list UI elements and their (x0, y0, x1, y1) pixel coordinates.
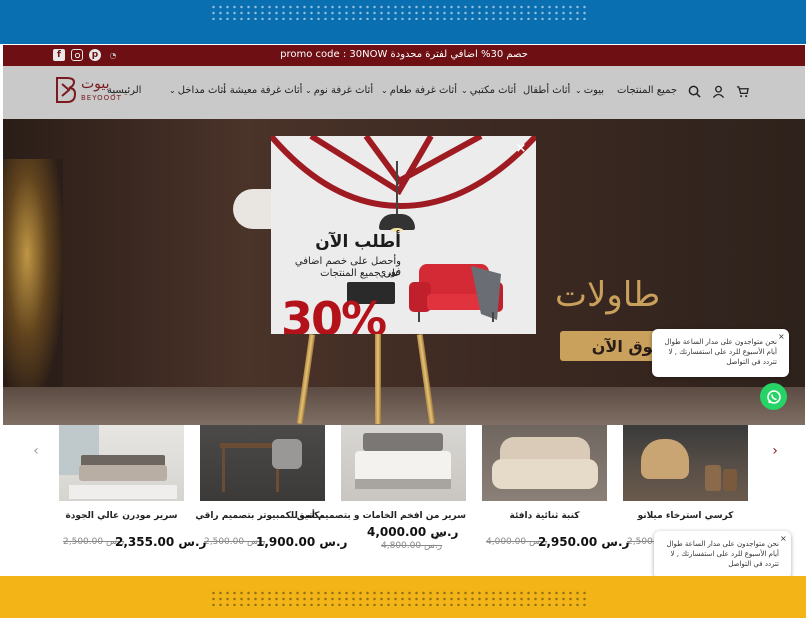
decorative-dots-top (210, 4, 590, 20)
chat-bubble[interactable]: × نحن متواجدون على مدار الساعة طوال أيام… (652, 329, 789, 377)
chevron-down-icon: ⌄ (381, 86, 388, 95)
search-icon[interactable] (687, 83, 701, 99)
chevron-down-icon: ⌄ (575, 86, 582, 95)
nav-label: أثاث أطفال (523, 85, 571, 96)
site-header: بيوت BEYOOOT جميع المنتجات بيوت⌄ أثاث أط… (3, 66, 805, 119)
product-name: كرسي استرخاء ميلانو (637, 511, 734, 521)
nav-label: أثاث غرفة معيشة (229, 85, 303, 96)
account-icon[interactable] (711, 83, 725, 99)
promo-text: promo code : 30NOW حصم 30% اضافي لفترة م… (280, 49, 528, 60)
popup-discount: 30% (281, 292, 387, 334)
red-armchair-image (409, 264, 503, 322)
product-card[interactable]: مكتب للكمبيوتر بتصميم راقي 2,500.00 ر.س … (195, 425, 347, 576)
nav-item-beyooot[interactable]: بيوت⌄ (575, 85, 604, 96)
main-nav: جميع المنتجات بيوت⌄ أثاث أطفال أثاث مكتب… (107, 85, 677, 101)
cart-icon[interactable] (735, 83, 749, 99)
product-image (200, 425, 325, 501)
product-name: كنبة ثنائية دافئة (509, 511, 580, 521)
chat-message: نحن متواجدون على مدار الساعة طوال أيام ا… (666, 540, 779, 568)
product-price: 2,500.00 ر.س 2,355.00 ر.س (59, 535, 206, 551)
chevron-down-icon: ⌄ (461, 86, 468, 95)
product-carousel: ‹ › كرسي استرخاء ميلانو 2,500.00 ر.س كنب… (3, 425, 805, 576)
nav-label: أثاث غرفة نوم (313, 85, 374, 96)
nav-item-living-room-furniture[interactable]: أثاث غرفة معيشة⌄ (221, 85, 302, 96)
header-icons (687, 83, 749, 99)
carousel-prev-arrow[interactable]: ‹ (29, 443, 43, 461)
chevron-down-icon: ⌄ (305, 86, 312, 95)
nav-item-kids-furniture[interactable]: أثاث أطفال (523, 85, 570, 96)
nav-item-dining-furniture[interactable]: أثاث غرفة طعام⌄ (381, 85, 457, 96)
chat-close-button[interactable]: × (780, 534, 787, 544)
decorative-dots-bottom (210, 590, 590, 606)
product-new-price: ر.س 2,950.00 (538, 535, 630, 549)
nav-item-office-furniture[interactable]: أثاث مكتبي⌄ (461, 85, 516, 96)
popup-decor-shape (271, 136, 536, 210)
nav-label: جميع المنتجات (617, 85, 678, 96)
nav-label: أثاث غرفة طعام (389, 85, 457, 96)
product-name: سرير من افخم الخامات و بتصميم أنيق (296, 511, 466, 521)
popup-close-button[interactable]: × (514, 142, 528, 156)
product-image (59, 425, 184, 501)
pendant-lamp-cord (396, 161, 398, 216)
product-image (341, 425, 466, 501)
nav-item-all-products[interactable]: جميع المنتجات (617, 85, 677, 96)
hero-title: طاولات (555, 275, 661, 315)
product-name: مكتب للكمبيوتر بتصميم راقي (195, 511, 325, 521)
promo-popup: × أطلب الآن وأحصل على خصم اضافي فوري على… (271, 136, 536, 334)
logo-mark-icon (56, 77, 77, 103)
whatsapp-icon (766, 389, 781, 404)
nav-item-entrance-furniture[interactable]: أثاث مداخل⌄ (169, 85, 226, 96)
carousel-next-arrow[interactable]: › (768, 443, 782, 461)
product-card[interactable]: كنبة ثنائية دافئة 4,000.00 ر.س ر.س 2,950… (482, 425, 629, 576)
product-new-price: 4,000.00 ر.س (367, 525, 459, 539)
product-price: 4,000.00 ر.س ر.س 2,950.00 (482, 535, 629, 551)
chat-bubble[interactable]: × نحن متواجدون على مدار الساعة طوال أيام… (654, 531, 791, 576)
logo-arabic-text: بيوت (81, 76, 110, 92)
chat-close-button[interactable]: × (778, 332, 785, 342)
nav-item-bedroom-furniture[interactable]: أثاث غرفة نوم⌄ (305, 85, 373, 96)
product-old-price: 4,800.00 ر.س (381, 541, 443, 551)
nav-label: الرئيسية (107, 85, 142, 96)
nav-item-home[interactable]: الرئيسية (107, 85, 141, 96)
product-card[interactable]: سرير من افخم الخامات و بتصميم أنيق 4,000… (296, 425, 466, 576)
nav-label: أثاث مداخل (177, 85, 227, 96)
product-image (482, 425, 607, 501)
nav-label: أثاث مكتبي (469, 85, 517, 96)
website-window: f p ◔ promo code : 30NOW حصم 30% اضافي ل… (3, 45, 805, 576)
hero-decor-image (3, 159, 63, 399)
product-new-price: 2,355.00 ر.س (115, 535, 207, 549)
chat-message: نحن متواجدون على مدار الساعة طوال أيام ا… (664, 338, 777, 366)
hero-floor (3, 387, 805, 425)
product-price: 4,000.00 ر.س من 4,800.00 ر.س (341, 525, 481, 551)
nav-label: بيوت (583, 85, 605, 96)
product-image (623, 425, 748, 501)
popup-heading: أطلب الآن (315, 232, 401, 252)
chevron-down-icon: ⌄ (169, 86, 176, 95)
hero-chair-leg (375, 334, 381, 424)
popup-line-2: على جميع المنتجات (320, 268, 401, 279)
product-name: سرير مودرن عالي الجودة (65, 511, 178, 521)
product-from-label: من (433, 530, 444, 539)
whatsapp-button[interactable] (760, 383, 787, 410)
product-card[interactable]: سرير مودرن عالي الجودة 2,500.00 ر.س 2,35… (59, 425, 206, 576)
promo-bar: f p ◔ promo code : 30NOW حصم 30% اضافي ل… (3, 45, 805, 66)
product-new-price: ر.س 1,900.00 (256, 535, 348, 549)
product-price: 2,500.00 ر.س ر.س 1,900.00 (200, 535, 347, 551)
